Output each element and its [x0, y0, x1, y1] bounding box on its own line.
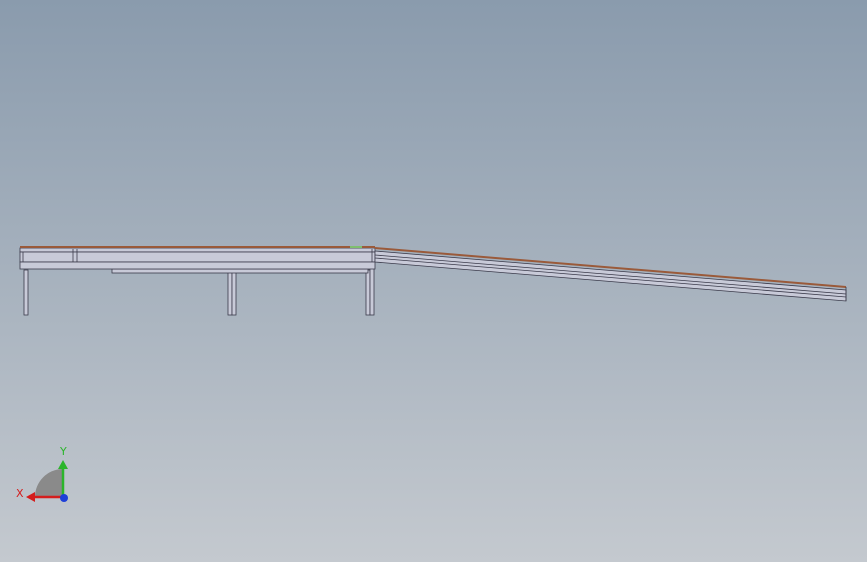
leg-left	[23, 269, 29, 316]
leg-right-b	[369, 261, 375, 316]
graphics-viewport[interactable]: Y X	[0, 0, 867, 562]
lower-cross-beam	[111, 268, 369, 274]
platform-frame	[19, 247, 376, 270]
y-axis-label: Y	[59, 445, 67, 458]
model-view[interactable]: Y X	[0, 0, 867, 562]
platform-bottom-rail	[19, 261, 376, 270]
z-axis-dot-icon	[60, 494, 68, 502]
leg-right-a	[365, 269, 371, 316]
x-axis-label: X	[16, 487, 24, 500]
leg-middle-b	[231, 269, 237, 316]
leg-middle-a	[227, 269, 233, 316]
